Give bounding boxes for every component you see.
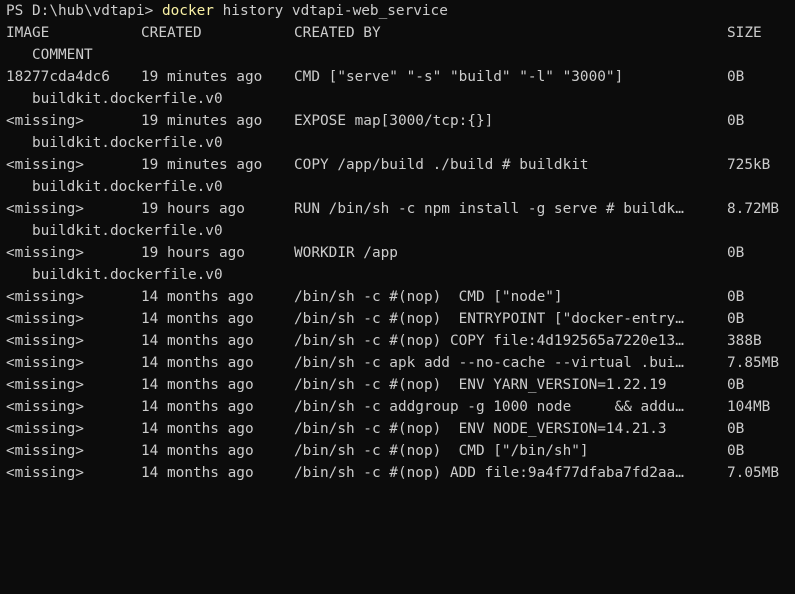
- header-image: IMAGE: [6, 25, 50, 41]
- prompt-line: PS D:\hub\vdtapi> docker history vdtapi-…: [0, 0, 448, 22]
- row-created: 14 months ago: [141, 443, 254, 459]
- row-created: 14 months ago: [141, 355, 254, 371]
- row-size: 0B: [727, 289, 745, 305]
- table-row-comment: buildkit.dockerfile.v0: [0, 176, 223, 198]
- row-size: 0B: [727, 113, 745, 129]
- row-image: <missing>: [6, 245, 84, 261]
- row-comment: buildkit.dockerfile.v0: [32, 179, 223, 195]
- row-size: 0B: [727, 311, 745, 327]
- row-created: 19 minutes ago: [141, 69, 263, 85]
- row-size: 0B: [727, 245, 745, 261]
- row-created-by: /bin/sh -c #(nop) ADD file:9a4f77dfaba7f…: [294, 465, 684, 481]
- row-comment: buildkit.dockerfile.v0: [32, 91, 223, 107]
- table-row: <missing> 14 months ago /bin/sh -c addgr…: [0, 396, 770, 418]
- row-created-by: EXPOSE map[3000/tcp:{}]: [294, 113, 494, 129]
- table-row: <missing> 14 months ago /bin/sh -c #(nop…: [0, 418, 744, 440]
- table-row-comment: buildkit.dockerfile.v0: [0, 132, 223, 154]
- row-image: <missing>: [6, 201, 84, 217]
- table-row-comment: buildkit.dockerfile.v0: [0, 220, 223, 242]
- row-created-by: /bin/sh -c #(nop) CMD ["node"]: [294, 289, 563, 305]
- header-created: CREATED: [141, 25, 202, 41]
- row-size: 7.85MB: [727, 355, 779, 371]
- table-row: <missing> 14 months ago /bin/sh -c #(nop…: [0, 440, 744, 462]
- row-size: 0B: [727, 421, 745, 437]
- row-image: <missing>: [6, 333, 84, 349]
- row-created-by: /bin/sh -c addgroup -g 1000 node && addu…: [294, 399, 684, 415]
- row-created-by: WORKDIR /app: [294, 245, 398, 261]
- row-size: 388B: [727, 333, 762, 349]
- row-created: 19 hours ago: [141, 245, 245, 261]
- row-image: <missing>: [6, 443, 84, 459]
- terminal-window[interactable]: PS D:\hub\vdtapi> docker history vdtapi-…: [0, 0, 795, 484]
- row-created-by: RUN /bin/sh -c npm install -g serve # bu…: [294, 201, 684, 217]
- row-created: 14 months ago: [141, 311, 254, 327]
- row-created: 14 months ago: [141, 399, 254, 415]
- header-comment: COMMENT: [32, 47, 93, 63]
- row-size: 0B: [727, 443, 745, 459]
- row-image: <missing>: [6, 421, 84, 437]
- row-created: 14 months ago: [141, 377, 254, 393]
- row-created-by: /bin/sh -c #(nop) ENV NODE_VERSION=14.21…: [294, 421, 667, 437]
- table-row: <missing> 19 minutes ago EXPOSE map[3000…: [0, 110, 744, 132]
- row-created: 19 minutes ago: [141, 113, 263, 129]
- row-image: 18277cda4dc6: [6, 69, 110, 85]
- table-row-comment: buildkit.dockerfile.v0: [0, 264, 223, 286]
- row-size: 104MB: [727, 399, 771, 415]
- command-args: history vdtapi-web_service: [222, 3, 448, 19]
- table-row-comment: buildkit.dockerfile.v0: [0, 88, 223, 110]
- table-row: <missing> 14 months ago /bin/sh -c #(nop…: [0, 330, 762, 352]
- table-row: <missing> 14 months ago /bin/sh -c apk a…: [0, 352, 779, 374]
- table-header: IMAGE CREATED CREATED BY SIZE: [0, 22, 762, 44]
- row-comment: buildkit.dockerfile.v0: [32, 267, 223, 283]
- row-image: <missing>: [6, 311, 84, 327]
- row-size: 0B: [727, 377, 745, 393]
- row-image: <missing>: [6, 465, 84, 481]
- row-created: 19 minutes ago: [141, 157, 263, 173]
- row-size: 725kB: [727, 157, 771, 173]
- row-image: <missing>: [6, 377, 84, 393]
- row-created-by: /bin/sh -c #(nop) COPY file:4d192565a722…: [294, 333, 684, 349]
- row-image: <missing>: [6, 289, 84, 305]
- table-row: <missing> 14 months ago /bin/sh -c #(nop…: [0, 286, 744, 308]
- row-created: 19 hours ago: [141, 201, 245, 217]
- row-size: 0B: [727, 69, 745, 85]
- row-comment: buildkit.dockerfile.v0: [32, 135, 223, 151]
- table-row: <missing> 14 months ago /bin/sh -c #(nop…: [0, 374, 744, 396]
- row-created: 14 months ago: [141, 289, 254, 305]
- row-image: <missing>: [6, 399, 84, 415]
- table-row: 18277cda4dc6 19 minutes ago CMD ["serve"…: [0, 66, 744, 88]
- row-created-by: /bin/sh -c #(nop) ENTRYPOINT ["docker-en…: [294, 311, 684, 327]
- row-image: <missing>: [6, 157, 84, 173]
- table-header-comment: COMMENT: [0, 44, 93, 66]
- table-row: <missing> 14 months ago /bin/sh -c #(nop…: [0, 308, 744, 330]
- table-row: <missing> 19 hours ago RUN /bin/sh -c np…: [0, 198, 779, 220]
- row-created-by: COPY /app/build ./build # buildkit: [294, 157, 589, 173]
- row-image: <missing>: [6, 113, 84, 129]
- row-created: 14 months ago: [141, 421, 254, 437]
- row-comment: buildkit.dockerfile.v0: [32, 223, 223, 239]
- row-created: 14 months ago: [141, 465, 254, 481]
- row-size: 8.72MB: [727, 201, 779, 217]
- table-row: <missing> 14 months ago /bin/sh -c #(nop…: [0, 462, 779, 484]
- header-created-by: CREATED BY: [294, 25, 381, 41]
- row-created: 14 months ago: [141, 333, 254, 349]
- row-created-by: /bin/sh -c #(nop) ENV YARN_VERSION=1.22.…: [294, 377, 667, 393]
- row-size: 7.05MB: [727, 465, 779, 481]
- table-row: <missing> 19 hours ago WORKDIR /app 0B: [0, 242, 744, 264]
- prompt: PS D:\hub\vdtapi>: [6, 3, 154, 19]
- row-created-by: /bin/sh -c apk add --no-cache --virtual …: [294, 355, 684, 371]
- row-image: <missing>: [6, 355, 84, 371]
- header-size: SIZE: [727, 25, 762, 41]
- row-created-by: CMD ["serve" "-s" "build" "-l" "3000"]: [294, 69, 624, 85]
- command-name: docker: [161, 3, 214, 19]
- row-created-by: /bin/sh -c #(nop) CMD ["/bin/sh"]: [294, 443, 589, 459]
- table-row: <missing> 19 minutes ago COPY /app/build…: [0, 154, 770, 176]
